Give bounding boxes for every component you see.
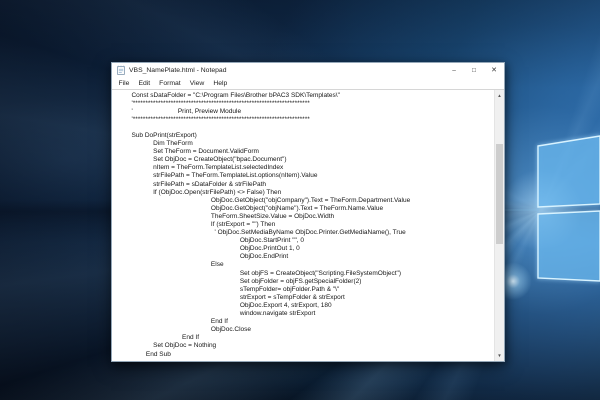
maximize-button[interactable]: □ [464, 63, 484, 77]
menu-format[interactable]: Format [155, 80, 186, 87]
vertical-scrollbar[interactable]: ▲ ▼ [494, 90, 504, 361]
notepad-icon [117, 65, 125, 75]
window-title: VBS_NamePlate.html - Notepad [129, 67, 226, 74]
scrollbar-thumb[interactable] [496, 144, 503, 244]
code-text[interactable]: Const sDataFolder = "C:\Program Files\Br… [112, 90, 504, 359]
minimize-button[interactable]: – [444, 63, 464, 77]
titlebar[interactable]: VBS_NamePlate.html - Notepad – □ ✕ [112, 63, 504, 77]
menu-edit[interactable]: Edit [134, 80, 155, 87]
text-editor-area: Const sDataFolder = "C:\Program Files\Br… [112, 89, 504, 361]
window-controls: – □ ✕ [444, 63, 504, 77]
notepad-window: VBS_NamePlate.html - Notepad – □ ✕ File … [111, 62, 505, 362]
desktop-wallpaper: VBS_NamePlate.html - Notepad – □ ✕ File … [0, 0, 600, 400]
scroll-down-icon[interactable]: ▼ [495, 351, 504, 360]
menu-help[interactable]: Help [209, 80, 232, 87]
close-button[interactable]: ✕ [484, 63, 504, 77]
menu-file[interactable]: File [114, 80, 134, 87]
menu-view[interactable]: View [185, 80, 209, 87]
scroll-up-icon[interactable]: ▲ [495, 91, 504, 100]
windows-logo [500, 118, 600, 298]
menubar: File Edit Format View Help [112, 77, 504, 89]
